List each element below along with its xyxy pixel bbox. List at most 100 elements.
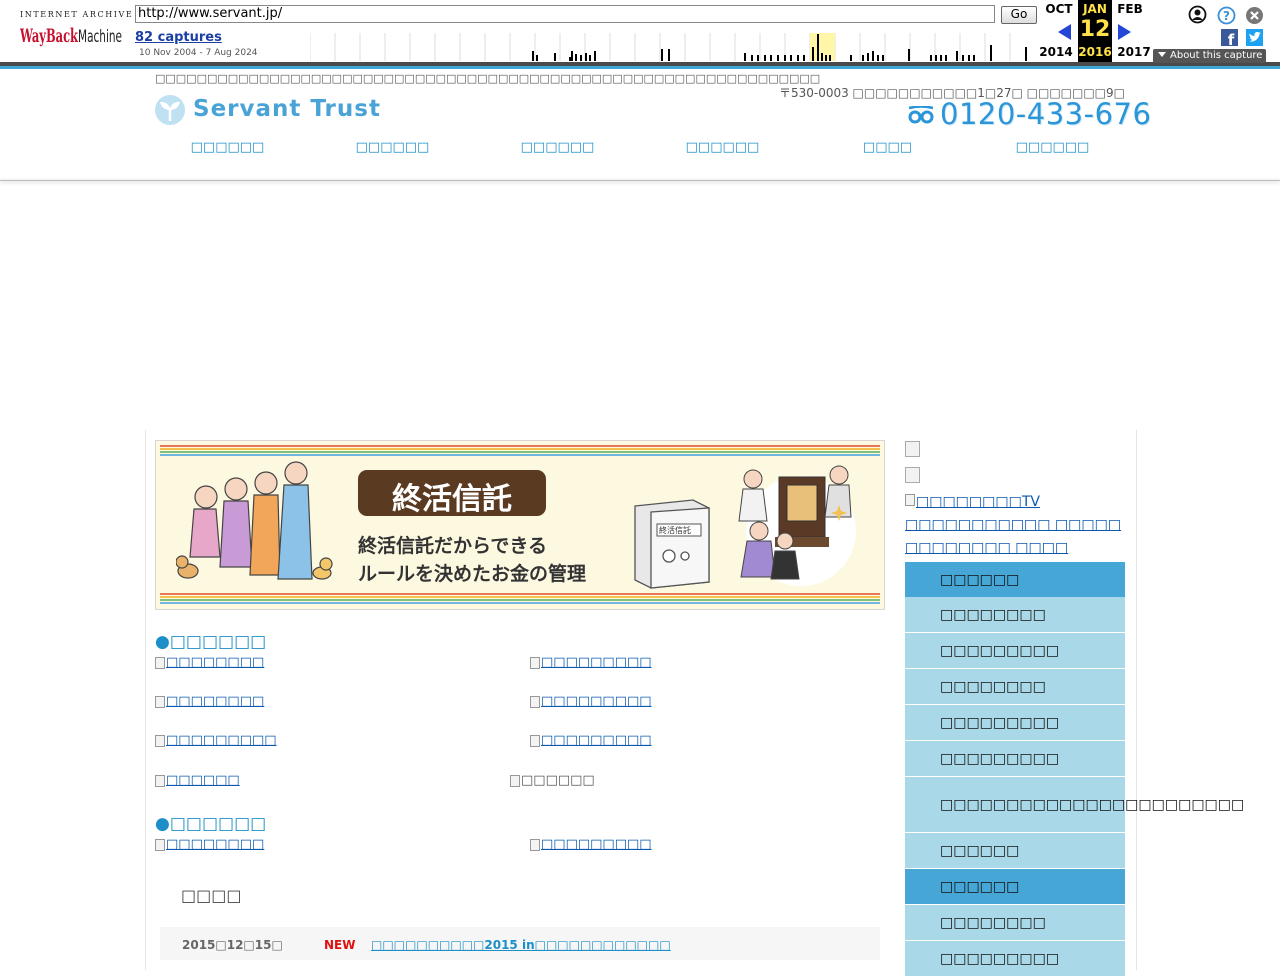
banner-stripe xyxy=(160,454,880,456)
twitter-icon[interactable] xyxy=(1246,29,1263,46)
current-day: 12 xyxy=(1079,17,1111,42)
service-link-4[interactable]: □□□□□□□□□ xyxy=(530,694,652,709)
caret-down-icon xyxy=(1158,52,1166,57)
header-divider xyxy=(0,180,1280,181)
close-icon[interactable] xyxy=(1245,6,1264,25)
help-icon[interactable]: ? xyxy=(1217,6,1236,25)
service-link-7[interactable]: □□□□□□ xyxy=(155,773,240,788)
broken-image-icon xyxy=(155,774,165,787)
broken-image-icon xyxy=(530,734,540,747)
service-image-8: □□□□□□ xyxy=(510,773,595,788)
sidebar-menu-item[interactable]: □□□□□□ xyxy=(905,833,1125,869)
banner-stripe xyxy=(160,448,880,450)
news-link[interactable]: □□□□□□□□□□2015 in□□□□□□□□□□□□ xyxy=(371,938,671,952)
broken-image-icon xyxy=(510,774,520,787)
sidebar-menu-item[interactable]: □□□□□□□□□ xyxy=(905,741,1125,777)
service-link-label: □□□□□□□□ xyxy=(166,694,265,709)
svg-text:WayBack: WayBack xyxy=(20,25,78,47)
section-title-1: ●□□□□□□ xyxy=(155,632,267,652)
sidebar-menu-item[interactable]: □□□□□□□□ xyxy=(905,905,1125,941)
wayback-url-input[interactable]: http://www.servant.jp/ xyxy=(135,5,995,23)
facebook-icon[interactable]: f xyxy=(1221,29,1238,46)
prev-year-label[interactable]: 2014 xyxy=(1038,45,1074,59)
banner-stripe xyxy=(160,602,880,604)
about-capture-label: About this capture xyxy=(1170,50,1263,61)
service-link-label: □□□□□□□□ xyxy=(166,655,265,670)
current-month: JAN xyxy=(1083,2,1107,16)
info-link-label: □□□□□□□□□ xyxy=(541,837,652,852)
sidebar-menu-item[interactable]: □□□□□□□□□ xyxy=(905,633,1125,669)
service-link-6[interactable]: □□□□□□□□□ xyxy=(530,733,652,748)
section-title-2: ●□□□□□□ xyxy=(155,814,267,834)
wayback-capture-sparkline[interactable] xyxy=(310,33,1035,61)
service-link-label: □□□□□□□□□ xyxy=(541,694,652,709)
wayback-captures-link[interactable]: 82 captures xyxy=(135,30,222,45)
banner-title: 終活信託 xyxy=(392,482,512,517)
next-month-label[interactable]: FEB xyxy=(1112,2,1148,16)
broken-image-icon xyxy=(530,656,540,669)
site-logo-text[interactable]: Servant Trust xyxy=(193,96,381,122)
site-tagline: □□□□□□□□□□□□□□□□□□□□□□□□□□□□□□□□□□□□□□□□… xyxy=(155,72,821,85)
wayback-date-range: 10 Nov 2004 - 7 Aug 2024 xyxy=(139,48,258,58)
nav-item-1[interactable]: □□□□□□ xyxy=(145,140,310,155)
info-link-label: □□□□□□□□ xyxy=(166,837,265,852)
banner-stripe xyxy=(160,599,880,601)
sidebar-menu-item[interactable]: □□□□□□□□ xyxy=(905,669,1125,705)
next-year-label[interactable]: 2017 xyxy=(1116,45,1152,59)
sidebar-menu-item[interactable]: □□□□□□□□□ xyxy=(905,941,1125,977)
main-navigation: □□□□□□ □□□□□□ □□□□□□ □□□□□□ □□□□ □□□□□□ xyxy=(145,140,1135,170)
nav-item-5[interactable]: □□□□ xyxy=(805,140,970,155)
about-capture-button[interactable]: About this capture xyxy=(1153,49,1266,63)
nav-item-3[interactable]: □□□□□□ xyxy=(475,140,640,155)
current-capture-date: JAN 12 2016 xyxy=(1078,0,1112,62)
service-link-3[interactable]: □□□□□□□□ xyxy=(155,694,264,709)
sidebar-broken-image-icon[interactable] xyxy=(905,467,920,483)
user-account-icon[interactable] xyxy=(1188,5,1207,24)
broken-image-icon xyxy=(155,838,165,851)
sidebar-menu-header[interactable]: □□□□□□ xyxy=(905,869,1125,905)
info-link-1[interactable]: □□□□□□□□ xyxy=(155,837,264,852)
family-illustration xyxy=(176,461,333,580)
info-link-2[interactable]: □□□□□□□□□ xyxy=(530,837,652,852)
broken-image-icon xyxy=(155,656,165,669)
sidebar-broken-image-icon[interactable] xyxy=(905,441,920,457)
broken-image-icon xyxy=(530,838,540,851)
service-link-label: □□□□□□□□□ xyxy=(541,655,652,670)
next-capture-arrow-icon[interactable] xyxy=(1118,24,1131,40)
news-heading: □□□□ xyxy=(181,886,242,905)
nav-item-6[interactable]: □□□□□□ xyxy=(970,140,1135,155)
prev-month-label[interactable]: OCT xyxy=(1041,2,1077,16)
service-image-label: □□□□□□ xyxy=(521,773,595,788)
banner-line-2: ルールを決めたお金の管理 xyxy=(358,563,587,585)
sidebar-menu-item[interactable]: □□□□□□□□□□□□□□□□□□□□□□□ xyxy=(905,777,1244,833)
wayback-go-button[interactable]: Go xyxy=(1001,6,1037,24)
broken-image-icon xyxy=(905,494,915,506)
wayback-logo-caption: INTERNET ARCHIVE xyxy=(20,10,134,19)
wayback-logo[interactable]: WayBack Machine xyxy=(20,21,122,49)
news-date: 2015□12□15□ xyxy=(182,938,283,952)
broken-image-icon xyxy=(155,734,165,747)
service-link-1[interactable]: □□□□□□□□ xyxy=(155,655,264,670)
free-dial-icon xyxy=(908,106,934,124)
banner-stripe xyxy=(160,451,880,453)
service-link-5[interactable]: □□□□□□□□□ xyxy=(155,733,277,748)
prev-capture-arrow-icon[interactable] xyxy=(1058,24,1071,40)
shukatsu-trust-banner[interactable]: 終活信託 終活信託だからできる ルールを決めたお金の管理 終活信託 xyxy=(155,440,885,610)
sidebar-tv-link[interactable]: □□□□□□□□TV □□□□□□□□□□□ □□□□□ □□□□□□□□ □□… xyxy=(905,491,1125,560)
nav-item-4[interactable]: □□□□□□ xyxy=(640,140,805,155)
banner-stripe xyxy=(160,596,880,598)
broken-image-icon xyxy=(530,695,540,708)
service-link-2[interactable]: □□□□□□□□□ xyxy=(530,655,652,670)
sidebar-menu-header[interactable]: □□□□□□ xyxy=(905,562,1125,598)
sprout-logo-icon[interactable] xyxy=(154,94,186,126)
safe-label: 終活信託 xyxy=(659,526,691,535)
nav-item-2[interactable]: □□□□□□ xyxy=(310,140,475,155)
current-year: 2016 xyxy=(1078,45,1112,59)
sidebar-menu-item[interactable]: □□□□□□□□□ xyxy=(905,705,1125,741)
banner-stripe xyxy=(160,593,880,595)
phone-number[interactable]: 0120-433-676 xyxy=(940,97,1151,131)
toolbar-accent-line xyxy=(0,66,1280,69)
sidebar-tv-label: □□□□□□□□TV □□□□□□□□□□□ □□□□□ □□□□□□□□ □□… xyxy=(905,494,1122,556)
service-link-label: □□□□□□ xyxy=(166,773,240,788)
sidebar-menu-item[interactable]: □□□□□□□□ xyxy=(905,597,1125,633)
